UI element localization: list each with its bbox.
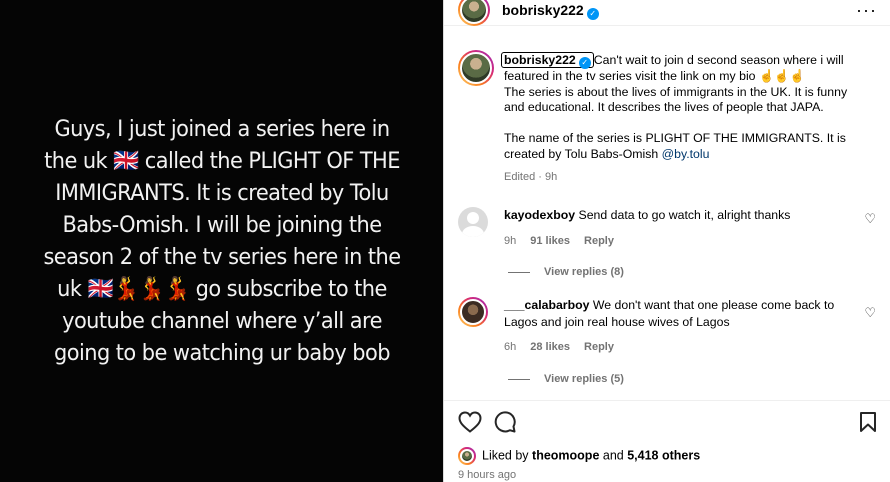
heart-icon[interactable] (458, 411, 482, 433)
comment-meta: 9h 91 likes Reply (504, 233, 614, 250)
comment-avatar[interactable] (458, 207, 488, 237)
verified-badge-icon: ✓ (586, 8, 599, 20)
caption-avatar[interactable] (458, 50, 494, 86)
bookmark-icon[interactable] (859, 411, 877, 433)
liked-by-user[interactable]: theomoope (532, 448, 599, 462)
post-time[interactable]: 9 hours ago (458, 469, 516, 481)
author-avatar[interactable] (458, 0, 490, 26)
post-panel: bobrisky222 ✓ ··· bobrisky222 ✓ Can't wait … (443, 0, 890, 482)
comment-avatar[interactable] (458, 297, 488, 327)
post-caption: bobrisky222 ✓ Can't wait to join d second … (501, 52, 864, 186)
post-actions: Liked by theomoope and 5,418 others 9 ho… (444, 400, 890, 482)
media-text: Guys, I just joined a series here in the… (42, 116, 401, 366)
comment-text: Send data to go watch it, alright thanks (578, 208, 791, 222)
comment-heart-icon[interactable]: ♡ (864, 211, 876, 228)
caption-text: Can't wait to join d second season where… (504, 53, 848, 161)
comment-reply-button[interactable]: Reply (584, 341, 614, 353)
comment-time: 6h (504, 341, 517, 353)
comment-time: 9h (504, 235, 517, 247)
comment-likes[interactable]: 91 likes (530, 235, 570, 247)
post-header: bobrisky222 ✓ ··· (444, 0, 890, 26)
comment-icon[interactable] (494, 411, 516, 433)
view-replies-button[interactable]: View replies (5) (508, 371, 624, 388)
comment-username[interactable]: kayodexboy (504, 208, 575, 222)
liked-by: Liked by theomoope and 5,418 others (458, 447, 700, 465)
caption-mention-link[interactable]: @by.tolu (662, 147, 710, 161)
post-media[interactable]: Guys, I just joined a series here in the… (0, 0, 443, 482)
comment-meta: 6h 28 likes Reply (504, 339, 614, 356)
view-replies-button[interactable]: View replies (8) (508, 264, 624, 281)
liked-by-others[interactable]: 5,418 others (627, 448, 700, 462)
caption-username[interactable]: bobrisky222 ✓ (501, 52, 594, 69)
comment-username[interactable]: ___calabarboy (504, 298, 589, 312)
verified-badge-icon: ✓ (578, 57, 591, 69)
comment-reply-button[interactable]: Reply (584, 235, 614, 247)
comment-heart-icon[interactable]: ♡ (864, 305, 876, 322)
caption-edited-time: Edited · 9h (504, 171, 558, 183)
more-options-icon[interactable]: ··· (856, 0, 877, 20)
header-username[interactable]: bobrisky222 ✓ (502, 2, 599, 20)
liker-avatar[interactable] (458, 447, 476, 465)
comment-likes[interactable]: 28 likes (530, 341, 570, 353)
